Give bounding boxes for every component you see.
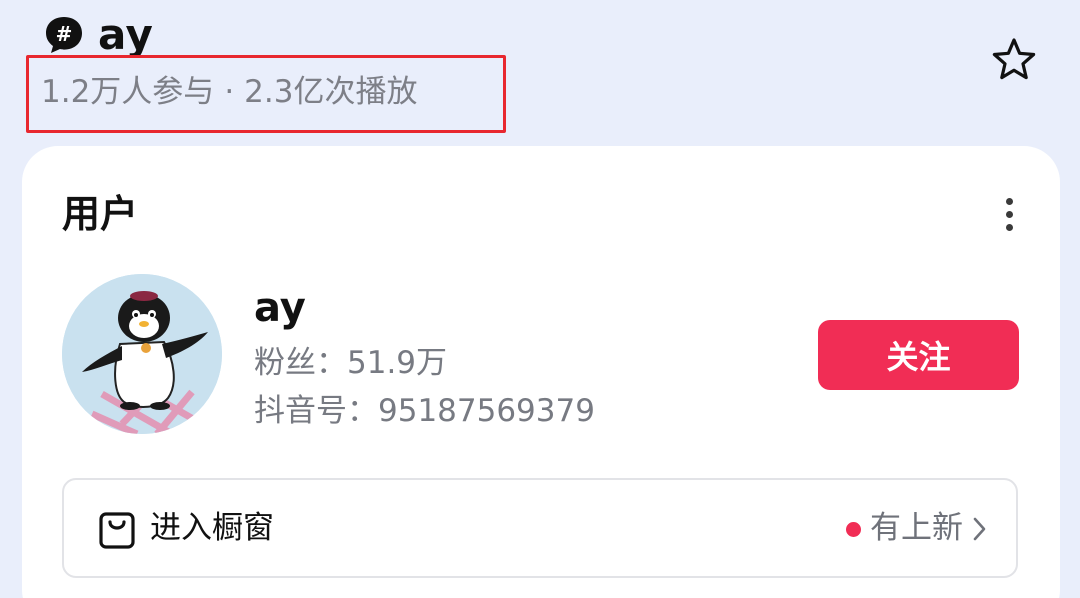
shopping-bag-icon [98, 510, 136, 550]
fans-value: 51.9万 [347, 345, 448, 381]
fans-label: 粉丝： [254, 345, 347, 381]
chevron-right-icon [972, 516, 988, 542]
ellipsis-dot [1006, 224, 1013, 231]
shop-window-label: 进入橱窗 [150, 510, 274, 546]
user-name[interactable]: ay [254, 282, 306, 334]
hashtag-badge-icon: # [44, 15, 88, 55]
new-items-dot [846, 522, 861, 537]
vertical-ellipsis-icon[interactable] [992, 194, 1028, 234]
user-avatar[interactable] [62, 274, 222, 434]
svg-text:#: # [56, 22, 73, 46]
douyin-id-label: 抖音号： [254, 393, 378, 429]
ellipsis-dot [1006, 211, 1013, 218]
plays-count: 2.3亿次播放 [244, 74, 418, 110]
ellipsis-dot [1006, 198, 1013, 205]
section-title: 用户 [62, 192, 139, 236]
topic-title: ay [98, 10, 154, 59]
favorite-star-icon[interactable] [990, 36, 1038, 84]
users-card: 用户 ay 粉丝：51.9万 抖音号：95187569379 关注 进入橱窗 有… [22, 146, 1060, 598]
new-items-label: 有上新 [870, 510, 963, 546]
stats-separator: · [224, 74, 235, 110]
follow-button[interactable]: 关注 [818, 320, 1019, 390]
douyin-id: 抖音号：95187569379 [254, 390, 595, 432]
participants-count: 1.2万人参与 [41, 74, 215, 110]
enter-shop-window-row[interactable]: 进入橱窗 有上新 [62, 478, 1018, 578]
topic-page: # ay 1.2万人参与 · 2.3亿次播放 用户 ay 粉丝：51.9万 抖音… [0, 0, 1080, 598]
topic-stats: 1.2万人参与 · 2.3亿次播放 [41, 68, 417, 116]
topic-header: # ay [44, 10, 153, 60]
douyin-id-value: 95187569379 [378, 393, 595, 429]
fans-count: 粉丝：51.9万 [254, 342, 447, 384]
